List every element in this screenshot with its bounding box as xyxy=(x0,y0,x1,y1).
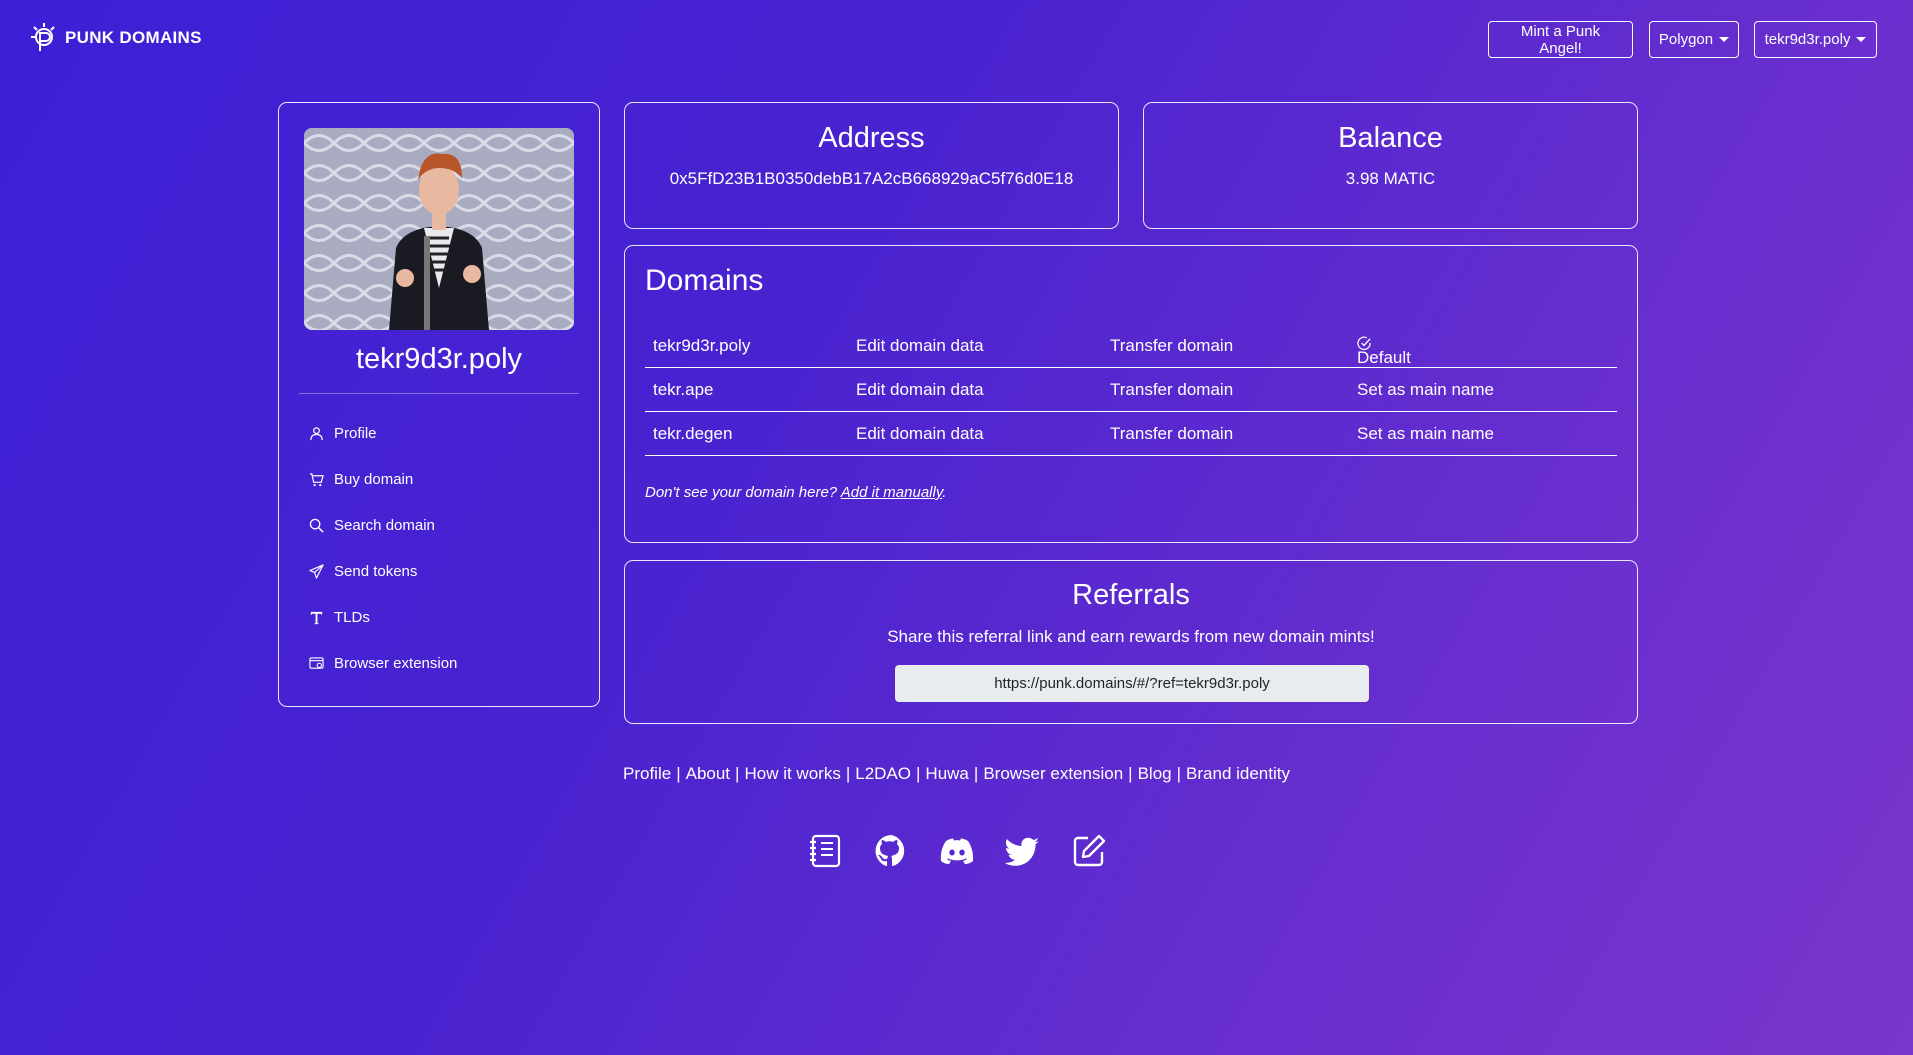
add-domain-manually-note: Don't see your domain here? Add it manua… xyxy=(645,484,946,501)
sidebar-item-label: TLDs xyxy=(334,609,370,626)
docs-icon[interactable] xyxy=(807,833,843,869)
sidebar-item-label: Buy domain xyxy=(334,471,414,488)
referral-link-input[interactable] xyxy=(895,665,1369,702)
social-links xyxy=(0,833,1913,869)
balance-value: 3.98 MATIC xyxy=(1345,169,1436,188)
footer-separator: | xyxy=(1128,764,1133,783)
footer-separator: | xyxy=(735,764,740,783)
footer-link-blog[interactable]: Blog xyxy=(1138,764,1172,783)
referrals-description: Share this referral link and earn reward… xyxy=(887,627,1375,646)
sidebar-item-browser-extension[interactable]: Browser extension xyxy=(309,655,457,672)
footer-separator: | xyxy=(973,764,979,783)
account-dropdown[interactable]: tekr9d3r.poly xyxy=(1754,21,1877,58)
footer-link-about[interactable]: About xyxy=(686,764,730,783)
punk-logo-icon xyxy=(31,23,55,51)
footer-separator: | xyxy=(1176,764,1182,783)
sidebar-item-search-domain[interactable]: Search domain xyxy=(309,517,435,534)
domains-title: Domains xyxy=(645,264,764,297)
send-icon xyxy=(309,564,324,579)
footer-link-l2dao[interactable]: L2DAO xyxy=(855,764,911,783)
domain-name: tekr9d3r.poly xyxy=(653,336,751,355)
discord-icon[interactable] xyxy=(939,833,975,869)
cart-icon xyxy=(309,473,324,487)
default-label: Default xyxy=(1357,348,1411,367)
domains-card: Domains tekr9d3r.poly Edit domain data T… xyxy=(624,245,1638,543)
sidebar-item-profile[interactable]: Profile xyxy=(309,425,377,442)
footer-separator: | xyxy=(845,764,851,783)
sidebar-item-send-tokens[interactable]: Send tokens xyxy=(309,563,417,580)
twitter-icon[interactable] xyxy=(1004,833,1041,869)
browser-extension-icon xyxy=(309,657,324,669)
chevron-down-icon xyxy=(1719,37,1730,42)
person-icon xyxy=(310,427,323,441)
brand-logo[interactable]: PUNK DOMAINS xyxy=(29,21,202,55)
wallet-address: 0x5FfD23B1B0350debB17A2cB668929aC5f76d0E… xyxy=(669,169,1074,188)
set-as-main-name-link[interactable]: Set as main name xyxy=(1357,424,1494,444)
default-domain-indicator: Default xyxy=(1357,336,1411,367)
transfer-domain-link[interactable]: Transfer domain xyxy=(1110,424,1233,444)
footer-separator: | xyxy=(676,764,681,783)
brand-name: PUNK DOMAINS xyxy=(65,28,202,47)
sidebar-item-tlds[interactable]: TLDs xyxy=(309,609,370,626)
blog-edit-icon[interactable] xyxy=(1071,833,1107,869)
footer-link-brand-identity[interactable]: Brand identity xyxy=(1186,764,1290,783)
tld-icon xyxy=(310,611,323,625)
sidebar-item-label: Send tokens xyxy=(334,563,418,580)
footer-links: Profile | About | How it works | L2DAO | Huwa | Br… xyxy=(0,764,1913,784)
domain-row: tekr9d3r.poly Edit domain data Transfer … xyxy=(645,324,1617,368)
address-card: Address 0x5FfD23B1B0350debB17A2cB668929a… xyxy=(624,102,1119,229)
mint-punk-angel-button[interactable]: Mint a Punk Angel! xyxy=(1488,21,1633,58)
referrals-title: Referrals xyxy=(1072,579,1190,611)
address-title: Address xyxy=(818,122,925,154)
profile-sidebar: tekr9d3r.poly Profile Buy domain Search … xyxy=(278,102,600,707)
set-as-main-name-link[interactable]: Set as main name xyxy=(1357,380,1494,400)
sidebar-item-label: Profile xyxy=(334,425,377,442)
domain-row: tekr.degen Edit domain data Transfer dom… xyxy=(645,412,1617,456)
edit-domain-data-link[interactable]: Edit domain data xyxy=(856,424,984,444)
sidebar-divider xyxy=(299,393,579,394)
network-dropdown[interactable]: Polygon xyxy=(1649,21,1739,58)
referrals-card: Referrals Share this referral link and e… xyxy=(624,560,1638,724)
edit-domain-data-link[interactable]: Edit domain data xyxy=(856,336,984,356)
balance-title: Balance xyxy=(1338,122,1443,154)
account-dropdown-label: tekr9d3r.poly xyxy=(1764,31,1851,48)
sidebar-item-label: Search domain xyxy=(334,517,435,534)
network-dropdown-label: Polygon xyxy=(1658,31,1714,48)
avatar xyxy=(304,128,574,330)
edit-domain-data-link[interactable]: Edit domain data xyxy=(856,380,984,400)
add-it-manually-link[interactable]: Add it manually xyxy=(841,484,942,501)
note-prefix: Don't see your domain here? xyxy=(645,484,838,501)
search-icon xyxy=(309,518,324,533)
domain-row: tekr.ape Edit domain data Transfer domai… xyxy=(645,368,1617,412)
domain-name: tekr.ape xyxy=(653,380,714,399)
sidebar-item-buy-domain[interactable]: Buy domain xyxy=(309,471,413,488)
footer-link-how-it-works[interactable]: How it works xyxy=(744,764,840,783)
transfer-domain-link[interactable]: Transfer domain xyxy=(1110,336,1233,356)
transfer-domain-link[interactable]: Transfer domain xyxy=(1110,380,1233,400)
balance-card: Balance 3.98 MATIC xyxy=(1143,102,1638,229)
domain-name: tekr.degen xyxy=(653,424,733,443)
footer-link-browser-extension[interactable]: Browser extension xyxy=(983,764,1123,783)
footer-link-huwa[interactable]: Huwa xyxy=(925,764,968,783)
github-icon[interactable] xyxy=(873,833,909,869)
chevron-down-icon xyxy=(1856,37,1867,42)
footer-separator: | xyxy=(916,764,921,783)
note-suffix: . xyxy=(942,484,947,501)
footer-link-profile[interactable]: Profile xyxy=(623,764,671,783)
profile-name: tekr9d3r.poly xyxy=(355,343,523,375)
sidebar-item-label: Browser extension xyxy=(334,655,458,672)
avatar-image xyxy=(304,128,574,330)
